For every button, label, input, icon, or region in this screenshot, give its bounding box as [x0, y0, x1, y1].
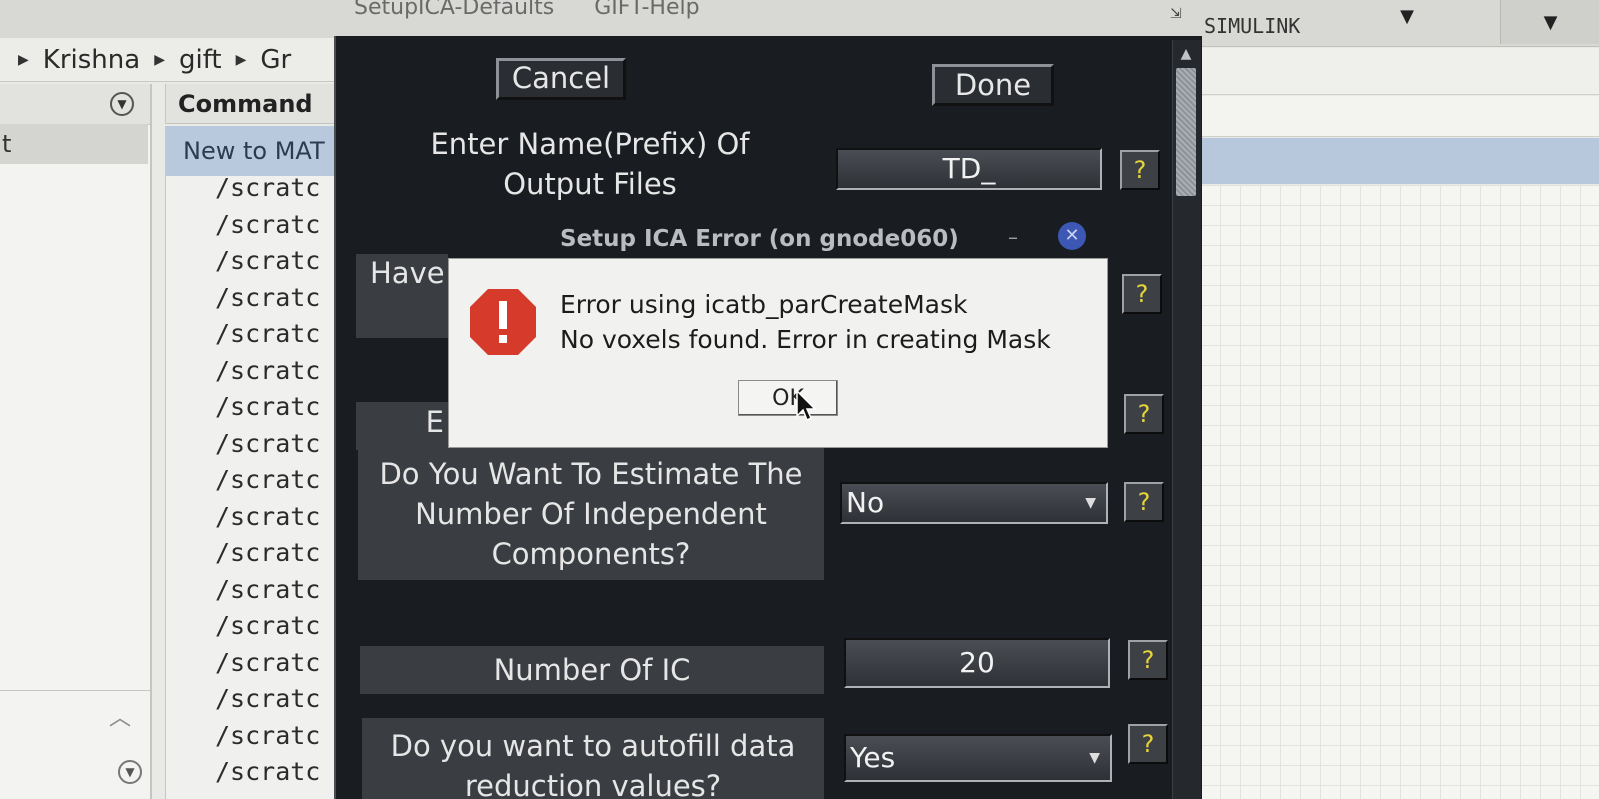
command-line: /scratc — [215, 246, 321, 275]
close-icon[interactable]: ✕ — [1058, 222, 1086, 250]
workspace-panel — [1200, 185, 1599, 799]
command-line: /scratc — [215, 538, 321, 567]
command-line: /scratc — [215, 209, 321, 239]
estimate-ic-value: No — [846, 486, 885, 519]
dropdown-arrow-icon: ▼ — [1089, 750, 1100, 766]
minimize-icon[interactable]: – — [1008, 222, 1024, 252]
simulink-tab[interactable]: SIMULINK — [1204, 14, 1300, 38]
option-label-partial: E — [356, 402, 448, 450]
ok-button[interactable]: OK — [738, 380, 838, 416]
prefix-label: Enter Name(Prefix) Of Output Files — [430, 127, 750, 201]
autofill-value: Yes — [850, 741, 896, 774]
estimate-ic-label: Do You Want To Estimate The Number Of In… — [358, 448, 824, 580]
panel-menu-dropdown-icon[interactable]: ▼ — [110, 92, 134, 116]
command-line: /scratc — [215, 574, 321, 604]
command-line: /scratc — [215, 392, 321, 421]
command-line: /scratc — [215, 684, 321, 713]
new-to-matlab-banner[interactable]: New to MAT — [165, 126, 345, 176]
autofill-select[interactable]: Yes ▼ — [844, 734, 1112, 782]
breadcrumb-item[interactable]: gift — [179, 45, 222, 75]
workspace-selected-row[interactable] — [1200, 138, 1599, 184]
scrollbar-thumb[interactable] — [1176, 68, 1196, 196]
workspace-toolbar — [1200, 48, 1599, 95]
command-line: /scratc — [215, 501, 321, 531]
folder-row-selected[interactable]: t — [0, 124, 148, 164]
prefix-input[interactable]: TD_ — [836, 148, 1102, 190]
number-of-ic-label: Number Of IC — [360, 646, 824, 694]
command-line: /scratc — [215, 720, 321, 750]
breadcrumb-arrow-icon: ▶ — [154, 51, 165, 68]
help-button[interactable]: ? — [1122, 274, 1162, 314]
help-button[interactable]: ? — [1124, 394, 1164, 434]
command-window-header: Command — [165, 84, 345, 124]
command-line: /scratc — [215, 611, 321, 640]
number-of-ic-input[interactable]: 20 — [844, 638, 1110, 688]
breadcrumb-arrow-icon: ▶ — [18, 51, 29, 68]
ica-menu-bar: SetupICA-Defaults GIFT-Help — [334, 0, 1200, 40]
help-button[interactable]: ? — [1128, 640, 1168, 680]
breadcrumb-arrow-icon: ▶ — [235, 51, 247, 68]
command-line: /scratc — [215, 319, 321, 348]
workspace-header — [1200, 96, 1599, 137]
resize-icon[interactable]: ⇲ — [1170, 6, 1182, 22]
error-message-line-2: No voxels found. Error in creating Mask — [560, 325, 1051, 354]
done-button[interactable]: Done — [932, 64, 1054, 106]
dropdown-arrow-icon: ▼ — [1085, 495, 1096, 511]
toolstrip-dropdown-icon[interactable]: ▼ — [1392, 6, 1422, 27]
error-stop-icon — [470, 289, 536, 355]
current-folder-panel — [0, 84, 152, 799]
estimate-ic-select[interactable]: No ▼ — [840, 482, 1108, 524]
error-message-line-1: Error using icatb_parCreateMask — [560, 290, 968, 319]
breadcrumb-item[interactable]: Gr — [260, 45, 291, 75]
toolstrip-dropdown-icon[interactable]: ▼ — [1500, 0, 1599, 44]
menu-setupica-defaults[interactable]: SetupICA-Defaults — [354, 0, 554, 20]
details-dropdown-icon[interactable]: ▼ — [118, 760, 142, 784]
scroll-up-arrow-icon[interactable]: ▲ — [1176, 44, 1196, 64]
help-button[interactable]: ? — [1124, 482, 1164, 522]
panel-divider — [0, 690, 150, 691]
autofill-label: Do you want to autofill data reduction v… — [362, 718, 824, 799]
have-option-label: Have — [356, 254, 448, 338]
help-button[interactable]: ? — [1128, 724, 1168, 764]
mouse-pointer-icon — [796, 390, 817, 422]
command-line: /scratc — [215, 757, 321, 786]
command-line: /scratc — [215, 428, 321, 458]
breadcrumb: ▶ Krishna ▶ gift ▶ Gr — [0, 38, 345, 82]
menu-gift-help[interactable]: GIFT-Help — [594, 0, 699, 20]
error-dialog-title: Setup ICA Error (on gnode060) — [560, 226, 959, 252]
command-line: /scratc — [215, 282, 321, 312]
command-line: /scratc — [215, 173, 321, 202]
collapse-up-icon[interactable]: ︿ — [100, 700, 140, 731]
command-line: /scratc — [215, 465, 321, 494]
command-line: /scratc — [215, 647, 321, 677]
command-output: /scratc /scratc /scratc /scratc /scratc … — [215, 170, 345, 791]
command-line: /scratc — [215, 355, 321, 385]
help-button[interactable]: ? — [1120, 150, 1160, 190]
cancel-button[interactable]: Cancel — [496, 58, 626, 100]
breadcrumb-item[interactable]: Krishna — [43, 45, 140, 75]
